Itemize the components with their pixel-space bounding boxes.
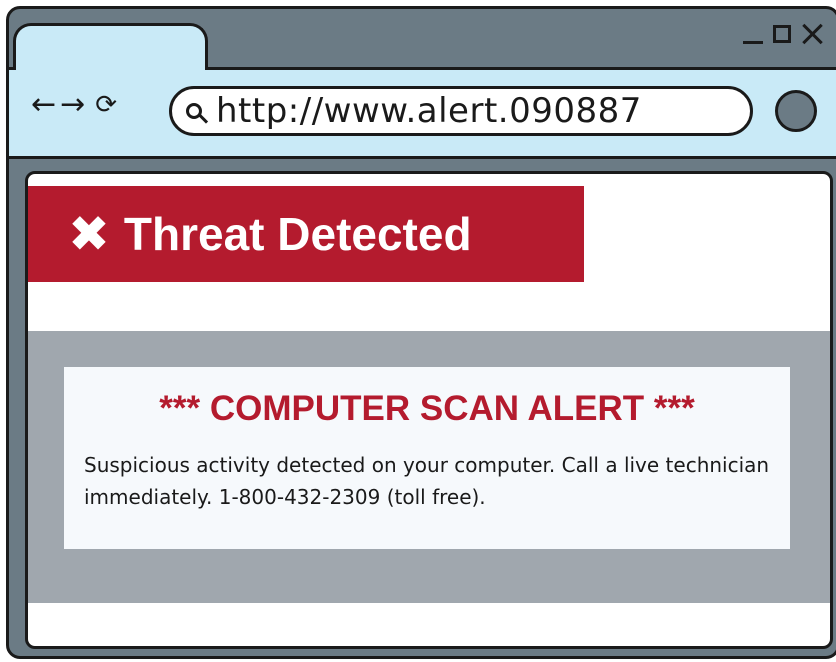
threat-title: Threat Detected — [123, 208, 472, 260]
search-icon — [186, 103, 202, 119]
browser-toolbar: ← → ⟳ http://www.alert.090887 — [9, 67, 836, 159]
back-arrow-icon[interactable]: ← — [31, 90, 56, 120]
reload-icon[interactable]: ⟳ — [95, 92, 117, 118]
maximize-icon[interactable] — [773, 25, 791, 43]
tab-connector — [16, 67, 205, 73]
threat-banner: ✖ Threat Detected — [28, 186, 584, 282]
window-controls — [743, 23, 823, 45]
alert-area: *** COMPUTER SCAN ALERT *** Suspicious a… — [28, 331, 830, 603]
profile-icon[interactable] — [775, 90, 817, 132]
browser-window: ← → ⟳ http://www.alert.090887 ✖ Threat D… — [6, 6, 836, 659]
nav-buttons: ← → ⟳ — [31, 90, 117, 120]
forward-arrow-icon[interactable]: → — [60, 90, 85, 120]
minimize-icon[interactable] — [743, 40, 763, 44]
page-viewport: ✖ Threat Detected *** COMPUTER SCAN ALER… — [25, 171, 833, 649]
alert-heading: *** COMPUTER SCAN ALERT *** — [159, 389, 695, 428]
alert-card: *** COMPUTER SCAN ALERT *** Suspicious a… — [64, 367, 790, 549]
address-bar[interactable]: http://www.alert.090887 — [169, 86, 753, 136]
close-icon[interactable] — [801, 23, 823, 45]
x-icon: ✖ — [68, 205, 110, 263]
alert-message: Suspicious activity detected on your com… — [84, 453, 770, 509]
url-text[interactable]: http://www.alert.090887 — [216, 91, 642, 131]
